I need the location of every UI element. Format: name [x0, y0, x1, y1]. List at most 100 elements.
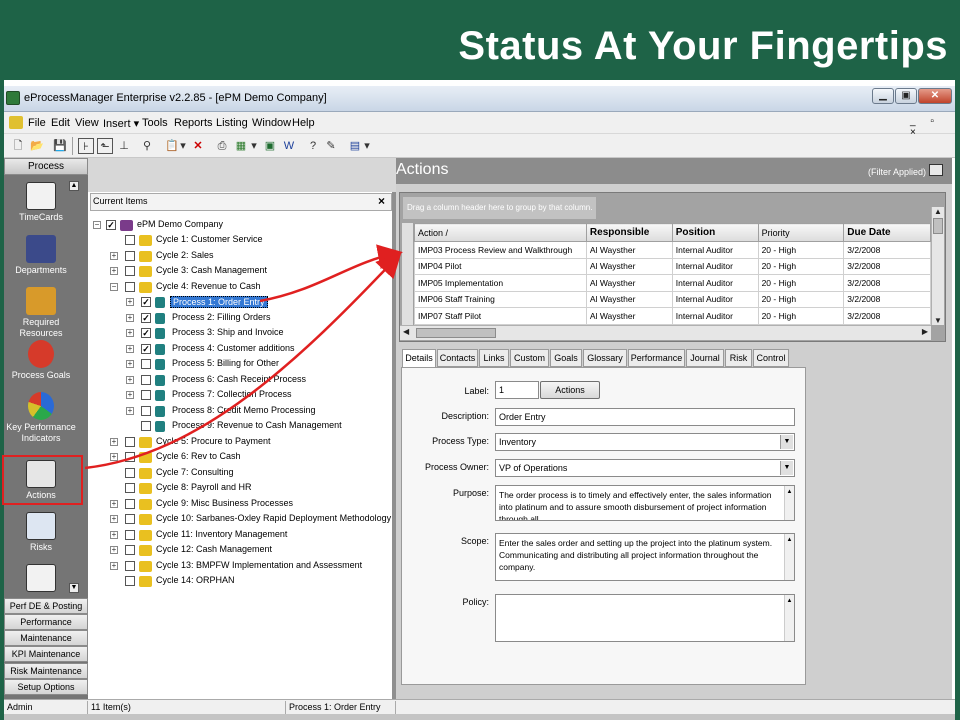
expand-icon[interactable]: + [110, 561, 118, 570]
expand-icon[interactable]: + [110, 437, 118, 446]
table-row[interactable]: IMP04 Pilot Al Waysther Internal Auditor 20… [414, 257, 931, 275]
expand-icon[interactable]: + [110, 267, 118, 275]
scope-field[interactable]: Enter the sales order and setting up the… [495, 533, 795, 581]
help-icon[interactable]: ? [305, 138, 321, 154]
expand-icon[interactable]: + [110, 499, 118, 508]
tree-checkbox[interactable]: ✓ [141, 343, 151, 354]
table-cell[interactable]: IMP06 Staff Training [414, 290, 587, 308]
tab-journal[interactable]: Journal [686, 349, 724, 367]
tree-view-icon[interactable]: ⊦ [78, 138, 94, 154]
grid-dropdown-icon[interactable]: ▾ [250, 138, 258, 154]
grid-vertical-scrollbar[interactable]: ▲ ▼ [931, 207, 944, 325]
table-cell[interactable]: 20 - High [757, 274, 845, 292]
nav-item-risks[interactable]: Risks [4, 512, 78, 553]
tree-checkbox[interactable] [141, 405, 151, 416]
collapse-icon[interactable]: − [93, 221, 101, 229]
nav-item-departments[interactable]: Departments [4, 235, 78, 276]
minimize-button[interactable]: ▁ [872, 88, 894, 104]
expand-icon[interactable]: + [110, 453, 118, 461]
printer-icon[interactable] [929, 164, 943, 176]
expand-icon[interactable]: + [126, 406, 134, 415]
menu-reports[interactable]: Reports [174, 117, 213, 129]
nav-header-process[interactable]: Process [4, 158, 88, 175]
process-view-icon[interactable]: ⬑ [97, 138, 113, 154]
table-cell[interactable]: 3/2/2008 [843, 290, 931, 308]
save-icon[interactable]: 💾 [52, 138, 68, 154]
expand-icon[interactable]: + [110, 515, 118, 523]
maximize-button[interactable]: ▣ [895, 88, 917, 104]
document-icon[interactable]: ▤ [347, 138, 363, 154]
table-cell[interactable]: IMP05 Implementation [414, 274, 587, 292]
tree-close-icon[interactable]: × [378, 194, 385, 208]
tree-checkbox[interactable] [125, 235, 135, 245]
tree-checkbox[interactable]: ✓ [106, 220, 116, 230]
app-icon[interactable] [6, 91, 20, 105]
tree-checkbox[interactable] [125, 576, 135, 586]
nav-item-kpi[interactable]: Key Performance Indicators [4, 392, 78, 444]
table-cell[interactable]: 3/2/2008 [843, 274, 931, 292]
expand-icon[interactable]: + [110, 251, 118, 260]
col-priority[interactable]: Priority [757, 223, 845, 242]
word-icon[interactable]: W [281, 138, 297, 154]
menu-listing[interactable]: Listing [216, 117, 248, 129]
new-file-icon[interactable]: 🗋 [10, 138, 26, 154]
tree-checkbox[interactable] [125, 545, 135, 555]
col-due-date[interactable]: Due Date [843, 223, 931, 242]
table-cell[interactable]: Internal Auditor [671, 274, 759, 292]
tab-goals[interactable]: Goals [550, 349, 582, 367]
nav-perf-de-posting[interactable]: Perf DE & Posting [4, 598, 88, 614]
expand-icon[interactable]: + [126, 375, 134, 384]
tab-details[interactable]: Details [402, 349, 436, 368]
menu-tools[interactable]: Tools [142, 117, 168, 129]
menu-edit[interactable]: Edit [51, 117, 70, 129]
tab-risk[interactable]: Risk [725, 349, 752, 367]
grid-icon[interactable]: ▦ [233, 138, 249, 154]
memo-scrollbar[interactable]: ▲ [784, 595, 794, 641]
nav-maintenance[interactable]: Maintenance [4, 630, 88, 646]
nav-scroll-down-icon[interactable]: ▼ [69, 583, 79, 593]
table-cell[interactable]: 20 - High [757, 290, 845, 308]
expand-icon[interactable]: + [126, 360, 134, 368]
table-cell[interactable]: Al Waysther [585, 290, 673, 308]
document-dropdown-icon[interactable]: ▾ [363, 138, 371, 154]
policy-field[interactable]: ▲ [495, 594, 795, 642]
open-folder-icon[interactable]: 📂 [29, 138, 45, 154]
tree-checkbox[interactable] [125, 560, 135, 571]
tree-checkbox[interactable] [141, 421, 151, 431]
nav-performance[interactable]: Performance [4, 614, 88, 630]
tree-checkbox[interactable] [125, 281, 135, 292]
scroll-right-icon[interactable]: ▶ [922, 327, 928, 336]
table-cell[interactable]: Al Waysther [585, 307, 673, 325]
nav-item-more[interactable] [4, 564, 78, 594]
tree-checkbox[interactable] [125, 483, 135, 493]
nav-setup-options[interactable]: Setup Options [4, 679, 88, 695]
tab-custom[interactable]: Custom [510, 349, 549, 367]
col-position[interactable]: Position [671, 223, 759, 242]
memo-scrollbar[interactable]: ▲ [784, 534, 794, 580]
tab-control[interactable]: Control [753, 349, 789, 367]
table-cell[interactable]: Internal Auditor [671, 307, 759, 325]
table-row[interactable]: IMP07 Staff Pilot Al Waysther Internal Aud… [414, 307, 931, 325]
print-icon[interactable]: ⎙ [214, 138, 230, 154]
scroll-up-icon[interactable]: ▲ [932, 207, 944, 216]
tree-checkbox[interactable] [125, 452, 135, 462]
memo-scrollbar[interactable]: ▲ [784, 486, 794, 520]
tree-checkbox[interactable] [141, 390, 151, 400]
expand-icon[interactable]: + [126, 298, 134, 306]
tree-checkbox[interactable] [125, 250, 135, 261]
menu-window[interactable]: Window [252, 117, 291, 129]
nav-kpi-maintenance[interactable]: KPI Maintenance [4, 646, 88, 662]
tree-checkbox[interactable] [125, 529, 135, 540]
expand-icon[interactable]: + [126, 329, 134, 337]
table-row[interactable]: IMP06 Staff Training Al Waysther Internal … [414, 290, 931, 308]
menu-view[interactable]: View [75, 117, 99, 129]
tree-checkbox[interactable] [125, 436, 135, 447]
delete-icon[interactable]: ✕ [190, 138, 206, 154]
expand-icon[interactable]: + [110, 546, 118, 554]
table-cell[interactable]: Al Waysther [585, 257, 673, 275]
col-responsible[interactable]: Responsible [585, 223, 673, 242]
table-cell[interactable]: 3/2/2008 [843, 257, 931, 275]
table-cell[interactable]: IMP07 Staff Pilot [414, 307, 587, 325]
expand-icon[interactable]: + [126, 391, 134, 399]
nav-item-required-resources[interactable]: Required Resources [4, 287, 78, 339]
